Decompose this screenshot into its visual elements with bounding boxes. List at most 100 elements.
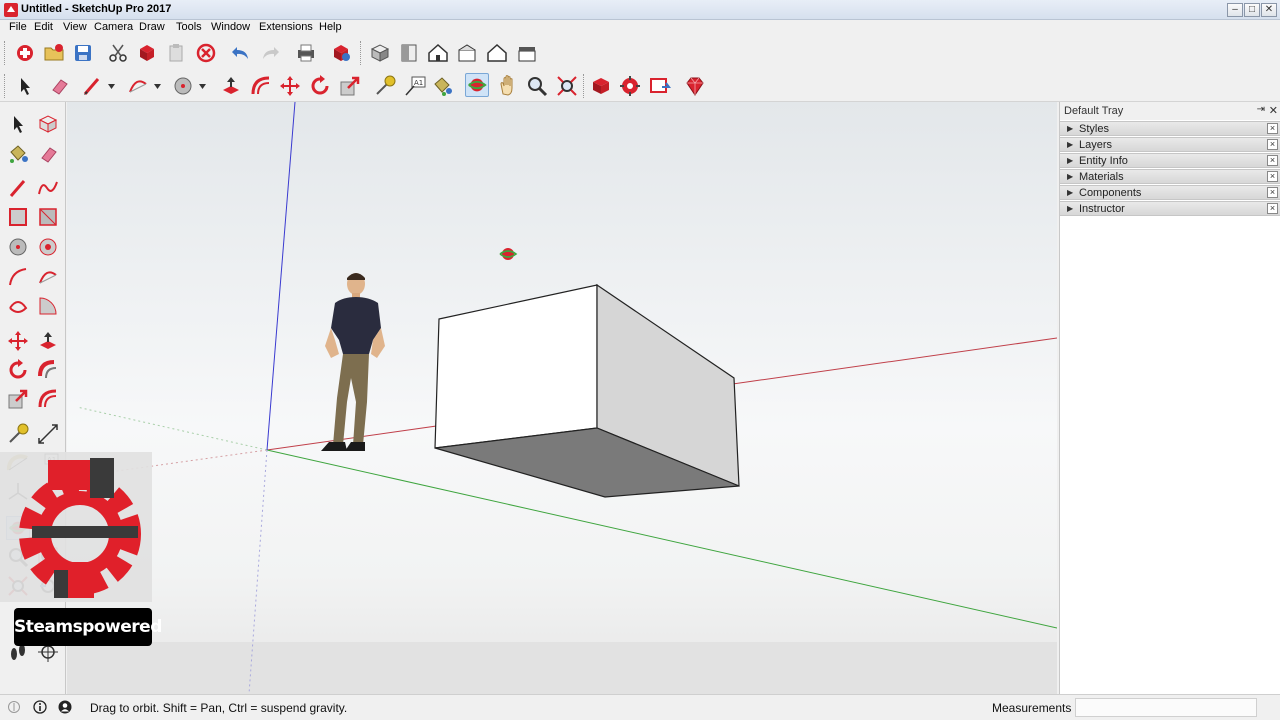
erase-icon[interactable] [194, 41, 218, 65]
move-icon[interactable] [6, 329, 30, 353]
expand-arrow-icon: ▶ [1067, 204, 1074, 213]
select-icon[interactable] [13, 74, 37, 98]
tape-measure-icon[interactable] [6, 422, 30, 446]
tray-panel-instructor[interactable]: ▶ Instructor × [1060, 201, 1280, 216]
line-dropdown-icon[interactable] [108, 84, 115, 90]
undo-icon[interactable] [229, 41, 253, 65]
print-icon[interactable] [294, 41, 318, 65]
close-button[interactable]: ✕ [1261, 3, 1277, 17]
iso-view-icon[interactable] [368, 41, 392, 65]
zoom-extents-icon[interactable] [555, 74, 579, 98]
tray-panel-layers[interactable]: ▶ Layers × [1060, 137, 1280, 152]
push-pull-icon[interactable] [36, 329, 60, 353]
back-view-icon[interactable] [485, 41, 509, 65]
menu-draw[interactable]: Draw [139, 21, 165, 33]
panel-close-icon[interactable]: × [1267, 123, 1278, 134]
two-point-arc-icon[interactable] [36, 265, 60, 289]
panel-close-icon[interactable]: × [1267, 171, 1278, 182]
menu-help[interactable]: Help [319, 21, 342, 33]
menu-file[interactable]: File [9, 21, 27, 33]
panel-close-icon[interactable]: × [1267, 155, 1278, 166]
three-point-arc-icon[interactable] [6, 294, 30, 318]
zoom-icon[interactable] [525, 74, 549, 98]
scale-icon[interactable] [6, 387, 30, 411]
scale-icon[interactable] [338, 74, 362, 98]
scene-drawing[interactable] [67, 102, 1057, 694]
push-pull-icon[interactable] [219, 74, 243, 98]
pie-icon[interactable] [36, 294, 60, 318]
menu-tools[interactable]: Tools [176, 21, 202, 33]
rotate-icon[interactable] [308, 74, 332, 98]
tape-measure-icon[interactable] [373, 74, 397, 98]
pan-icon[interactable] [496, 74, 520, 98]
minimize-button[interactable]: – [1227, 3, 1243, 17]
select-icon[interactable] [6, 112, 30, 136]
pin-icon[interactable]: ⇥ [1257, 104, 1265, 115]
tray-panel-materials[interactable]: ▶ Materials × [1060, 169, 1280, 184]
user-account-icon[interactable] [58, 700, 72, 714]
menu-camera[interactable]: Camera [94, 21, 133, 33]
orbit-icon[interactable] [465, 73, 489, 97]
menu-extensions[interactable]: Extensions [259, 21, 313, 33]
3d-warehouse-icon[interactable] [589, 74, 613, 98]
rectangle-icon[interactable] [6, 205, 30, 229]
tray-close-icon[interactable]: ✕ [1269, 104, 1278, 117]
line-icon[interactable] [80, 74, 104, 98]
line-icon[interactable] [6, 176, 30, 200]
tray-panel-styles[interactable]: ▶ Styles × [1060, 121, 1280, 136]
offset-icon[interactable] [36, 387, 60, 411]
make-component-icon[interactable] [36, 112, 60, 136]
front-view-icon[interactable] [426, 41, 450, 65]
eraser-icon[interactable] [47, 74, 71, 98]
follow-me-icon[interactable] [36, 358, 60, 382]
layout-icon[interactable] [648, 74, 672, 98]
maximize-button[interactable]: □ [1244, 3, 1260, 17]
expand-arrow-icon: ▶ [1067, 140, 1074, 149]
panel-close-icon[interactable]: × [1267, 203, 1278, 214]
box-model[interactable] [434, 283, 740, 498]
right-view-icon[interactable] [455, 41, 479, 65]
paste-icon[interactable] [164, 41, 188, 65]
rotated-rectangle-icon[interactable] [36, 205, 60, 229]
model-viewport[interactable] [67, 102, 1057, 694]
dimension-icon[interactable] [36, 422, 60, 446]
tray-panel-components[interactable]: ▶ Components × [1060, 185, 1280, 200]
save-icon[interactable] [71, 41, 95, 65]
arc-dropdown-icon[interactable] [154, 84, 161, 90]
freehand-icon[interactable] [36, 176, 60, 200]
ruby-console-icon[interactable] [683, 74, 707, 98]
paint-bucket-icon[interactable] [430, 74, 454, 98]
scale-figure[interactable] [321, 273, 385, 451]
arc-icon[interactable] [126, 74, 150, 98]
model-info-alt-icon[interactable] [329, 41, 353, 65]
extension-warehouse-icon[interactable] [618, 74, 642, 98]
redo-icon[interactable] [258, 41, 282, 65]
copy-icon[interactable] [135, 41, 159, 65]
panel-close-icon[interactable]: × [1267, 139, 1278, 150]
toolbar-grip [4, 74, 7, 98]
text-icon[interactable]: A1 [403, 74, 427, 98]
circle-icon[interactable] [171, 74, 195, 98]
menu-view[interactable]: View [63, 21, 87, 33]
tray-panel-entity-info[interactable]: ▶ Entity Info × [1060, 153, 1280, 168]
menu-window[interactable]: Window [211, 21, 250, 33]
paint-bucket-icon[interactable] [6, 142, 30, 166]
shape-dropdown-icon[interactable] [199, 84, 206, 90]
left-view-icon[interactable] [515, 41, 539, 65]
offset-icon[interactable] [249, 74, 273, 98]
move-icon[interactable] [278, 74, 302, 98]
circle-icon[interactable] [6, 235, 30, 259]
measurements-input[interactable] [1075, 698, 1257, 717]
eraser-icon[interactable] [36, 142, 60, 166]
rotate-icon[interactable] [6, 358, 30, 382]
menu-edit[interactable]: Edit [34, 21, 53, 33]
info-icon[interactable] [33, 700, 47, 714]
panel-close-icon[interactable]: × [1267, 187, 1278, 198]
open-icon[interactable] [42, 41, 66, 65]
top-view-icon[interactable] [397, 41, 421, 65]
cut-icon[interactable] [106, 41, 130, 65]
arc-icon[interactable] [6, 265, 30, 289]
geo-location-icon[interactable] [7, 700, 21, 714]
model-info-icon[interactable] [13, 41, 37, 65]
polygon-icon[interactable] [36, 235, 60, 259]
